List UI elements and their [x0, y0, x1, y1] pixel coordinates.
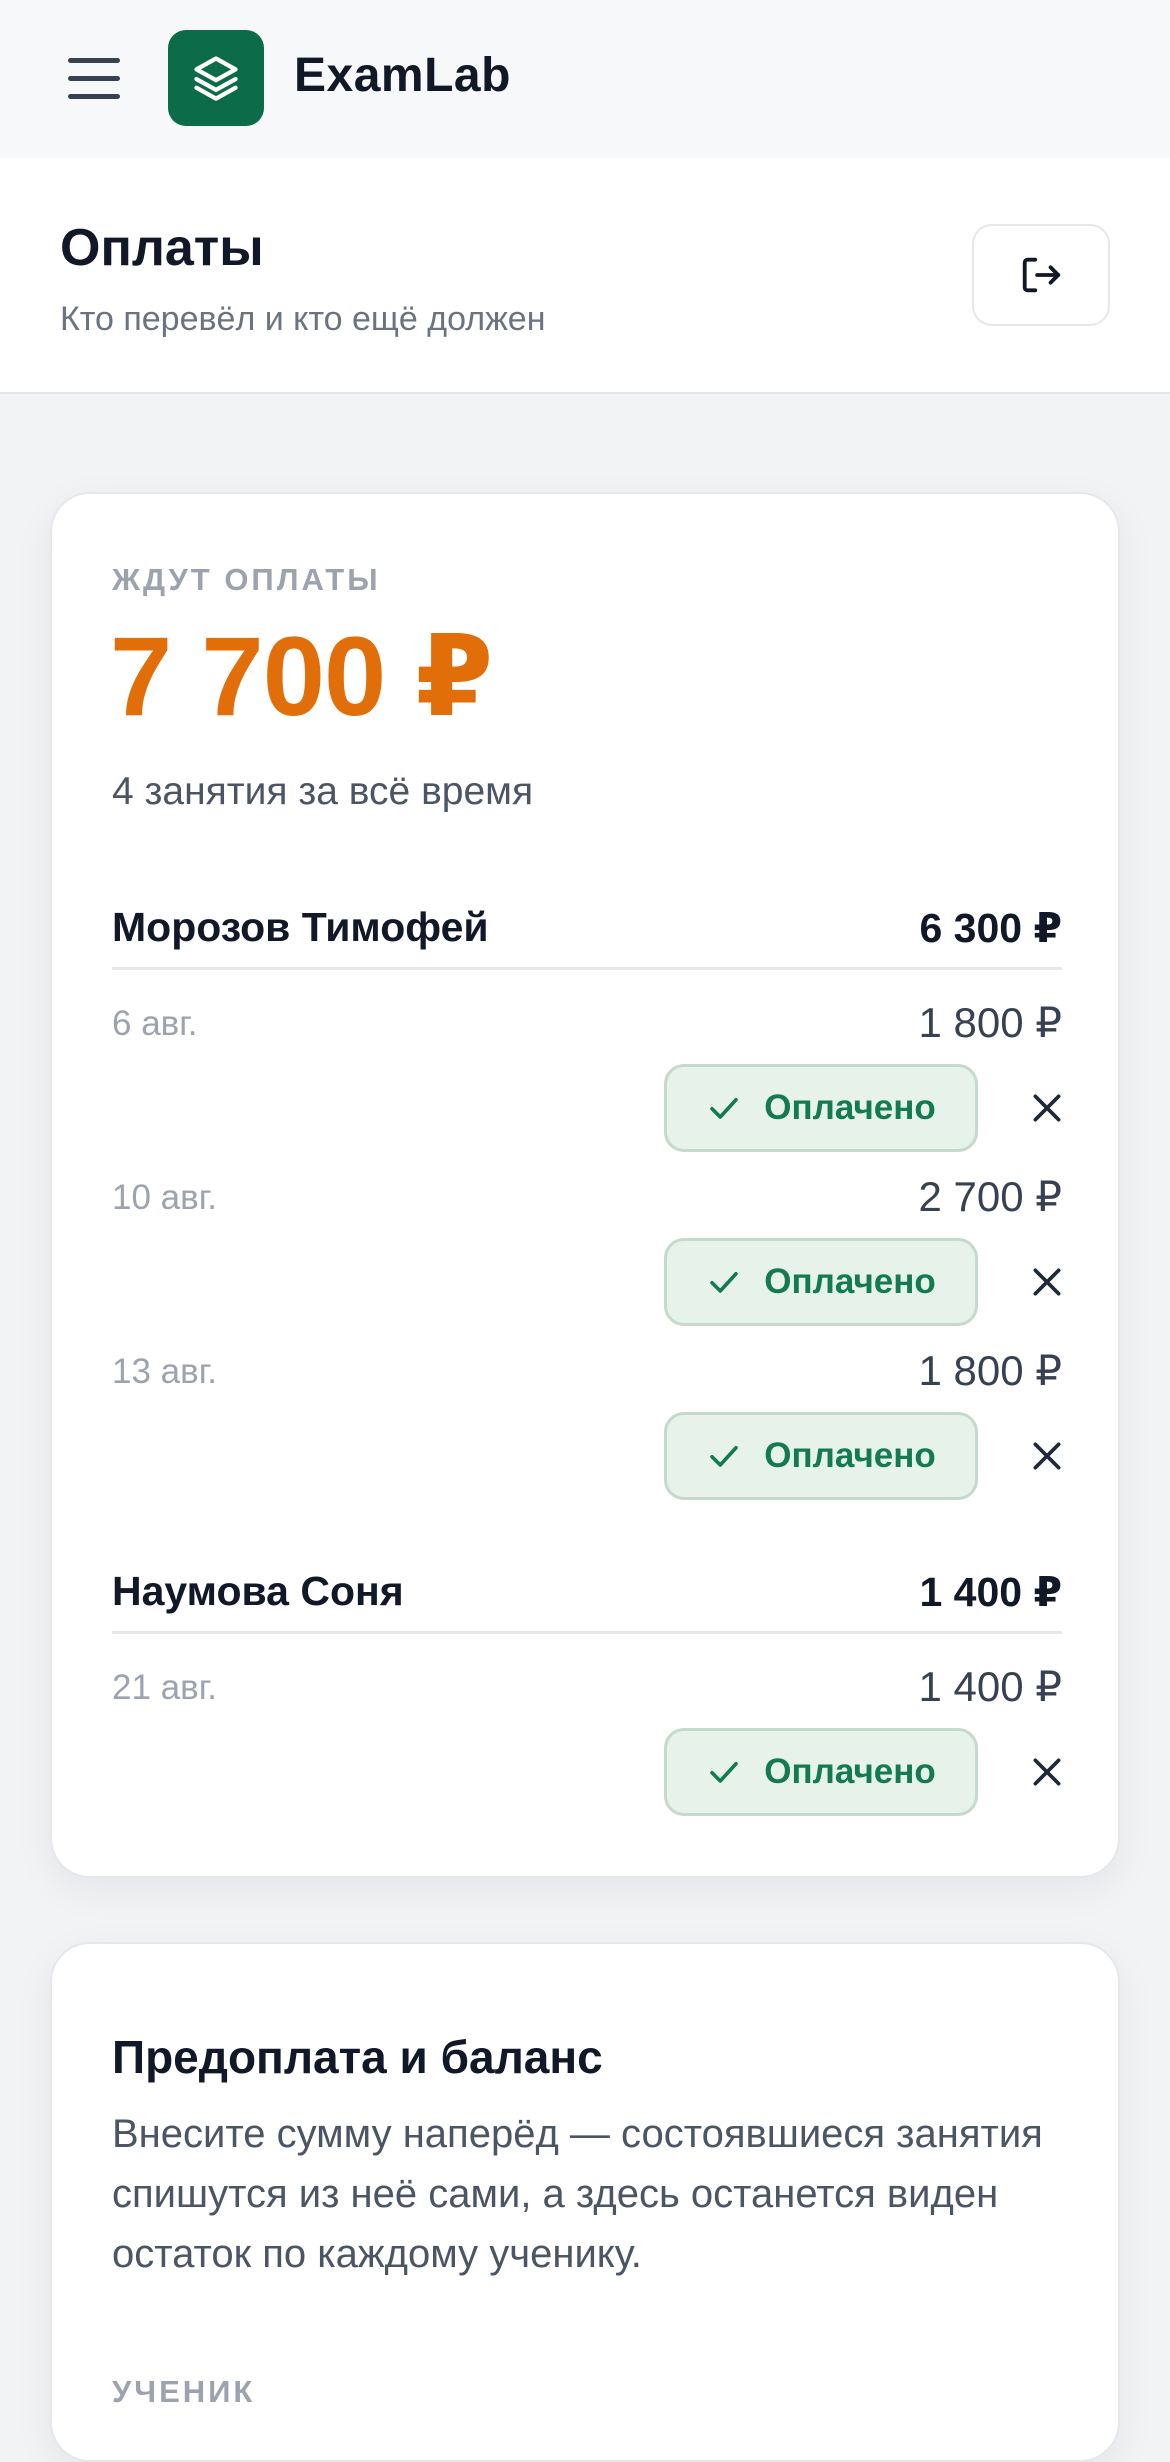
check-icon — [710, 1445, 739, 1467]
close-icon — [1033, 1268, 1061, 1296]
prepayment-title: Предоплата и баланс — [112, 2031, 603, 2083]
mark-paid-button[interactable]: Оплачено — [664, 1238, 978, 1326]
student-row: Морозов Тимофей 6 300 ₽ — [112, 890, 1062, 970]
hamburger-icon[interactable] — [68, 58, 123, 99]
pending-eyebrow: ЖДУТ ОПЛАТЫ — [112, 562, 381, 597]
lesson-amount: 1 800 ₽ — [918, 999, 1063, 1046]
student-name: Морозов Тимофей — [112, 904, 489, 950]
layers-icon — [194, 56, 238, 101]
pending-total: 7 700 ₽ — [110, 614, 493, 739]
lesson-row: 10 авг. 2 700 ₽ Оплачено — [112, 1172, 1062, 1346]
mark-paid-button[interactable]: Оплачено — [664, 1728, 978, 1816]
student-row: Наумова Соня 1 400 ₽ — [112, 1554, 1062, 1634]
page-title: Оплаты — [60, 219, 264, 277]
page-header: Оплаты Кто перевёл и кто ещё должен — [0, 158, 1170, 394]
lesson-amount: 1 400 ₽ — [918, 1663, 1063, 1710]
prepayment-card: Предоплата и баланс Внесите сумму наперё… — [50, 1942, 1120, 2462]
check-icon — [710, 1097, 739, 1119]
lesson-row: 6 авг. 1 800 ₽ Оплачено — [112, 998, 1062, 1172]
student-total: 1 400 ₽ — [919, 1569, 1062, 1615]
lesson-row: 21 авг. 1 400 ₽ Оплачено — [112, 1662, 1062, 1836]
close-icon — [1033, 1442, 1061, 1470]
close-icon — [1033, 1758, 1061, 1786]
lesson-date: 21 авг. — [112, 1668, 217, 1707]
lesson-date: 13 авг. — [112, 1352, 217, 1391]
prepayment-description: Внесите сумму наперёд — состоявшиеся зан… — [112, 2112, 1043, 2276]
pending-payments-card: ЖДУТ ОПЛАТЫ 7 700 ₽ 4 занятия за всё вре… — [50, 492, 1120, 1878]
mark-paid-label: Оплачено — [764, 1262, 936, 1301]
dismiss-button[interactable] — [1016, 1424, 1078, 1488]
student-field-label: УЧЕНИК — [112, 2374, 256, 2409]
lesson-date: 10 авг. — [112, 1178, 217, 1217]
mark-paid-button[interactable]: Оплачено — [664, 1412, 978, 1500]
check-icon — [710, 1761, 739, 1783]
check-icon — [710, 1271, 739, 1293]
lesson-date: 6 авг. — [112, 1004, 198, 1043]
close-icon — [1033, 1094, 1061, 1122]
student-total: 6 300 ₽ — [919, 905, 1062, 951]
dismiss-button[interactable] — [1016, 1250, 1078, 1314]
mark-paid-label: Оплачено — [764, 1752, 936, 1791]
top-bar: ExamLab — [0, 0, 1170, 158]
dismiss-button[interactable] — [1016, 1076, 1078, 1140]
lesson-amount: 1 800 ₽ — [918, 1347, 1063, 1394]
logout-icon — [1022, 257, 1061, 293]
lesson-row: 13 авг. 1 800 ₽ Оплачено — [112, 1346, 1062, 1520]
app-name: ExamLab — [294, 49, 511, 102]
logout-button[interactable] — [972, 224, 1110, 326]
lesson-amount: 2 700 ₽ — [918, 1173, 1063, 1220]
app-logo[interactable] — [168, 30, 264, 126]
student-name: Наумова Соня — [112, 1568, 404, 1614]
mark-paid-label: Оплачено — [764, 1088, 936, 1127]
mark-paid-button[interactable]: Оплачено — [664, 1064, 978, 1152]
page-subtitle: Кто перевёл и кто ещё должен — [60, 300, 546, 338]
mark-paid-label: Оплачено — [764, 1436, 936, 1475]
dismiss-button[interactable] — [1016, 1740, 1078, 1804]
pending-summary: 4 занятия за всё время — [112, 770, 534, 813]
